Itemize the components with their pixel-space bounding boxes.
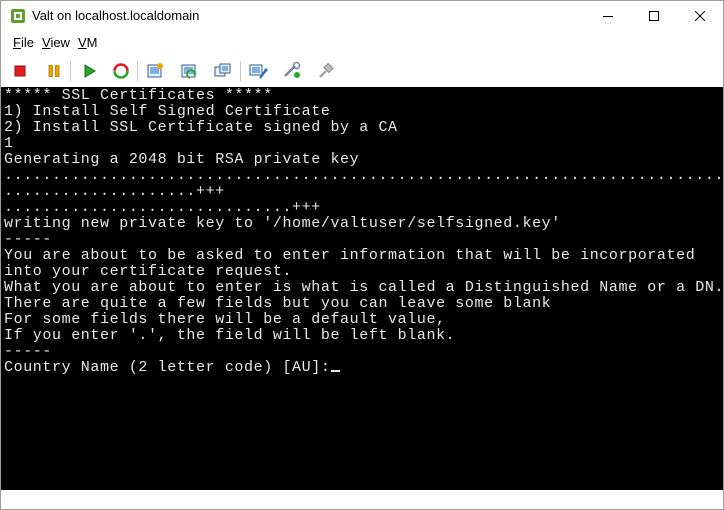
text-cursor (331, 370, 341, 372)
minimize-button[interactable] (585, 1, 631, 31)
console-output: ***** SSL Certificates ***** 1) Install … (4, 88, 723, 376)
console-line: ..............................+++ (4, 199, 321, 216)
console-line: into your certificate request. (4, 263, 293, 280)
console-line: ----- (4, 231, 53, 248)
power-off-button[interactable] (8, 59, 32, 83)
pause-icon (48, 65, 60, 77)
toolbar-separator (70, 61, 71, 81)
toolbar (1, 55, 723, 87)
title-bar[interactable]: Valt on localhost.localdomain (1, 1, 723, 31)
console-line: What you are about to enter is what is c… (4, 279, 723, 296)
console-line: writing new private key to '/home/valtus… (4, 215, 561, 232)
console-line: For some fields there will be a default … (4, 311, 446, 328)
play-icon (84, 64, 96, 78)
console-line: 1 (4, 135, 14, 152)
menu-bar: File View VM (1, 32, 723, 53)
snapshot-manager-button[interactable] (211, 59, 235, 83)
window-title: Valt on localhost.localdomain (32, 8, 200, 23)
console-line: Generating a 2048 bit RSA private key (4, 151, 360, 168)
menu-vm[interactable]: VM (78, 35, 98, 50)
close-icon (695, 11, 705, 21)
snapshot-manager-icon (214, 63, 231, 77)
vm-settings-icon (249, 64, 268, 79)
maximize-icon (649, 11, 659, 21)
console-line: 1) Install Self Signed Certificate (4, 103, 331, 120)
console-line: You are about to be asked to enter infor… (4, 247, 696, 264)
install-tools-icon (284, 61, 301, 78)
status-bar (1, 490, 723, 509)
console-prompt: Country Name (2 letter code) [AU]: (4, 359, 331, 376)
vm-settings-button[interactable] (246, 59, 270, 83)
reset-button[interactable] (109, 59, 133, 83)
vm-console-window: Valt on localhost.localdomain File View … (0, 0, 724, 510)
minimize-icon (603, 16, 613, 17)
snapshot-take-icon (147, 63, 163, 78)
toolbar-separator (240, 61, 241, 81)
menu-file[interactable]: File (13, 35, 34, 50)
console-line: There are quite a few fields but you can… (4, 295, 552, 312)
console-line: ....................+++ (4, 183, 225, 200)
power-on-button[interactable] (77, 59, 101, 83)
console-line: ........................................… (4, 167, 723, 184)
disconnect-button[interactable] (314, 59, 338, 83)
console-line: If you enter '.', the field will be left… (4, 327, 456, 344)
reset-icon (113, 63, 129, 79)
vmware-player-icon (10, 8, 26, 24)
toolbar-separator (137, 61, 138, 81)
install-tools-button[interactable] (280, 59, 304, 83)
vm-console[interactable]: ***** SSL Certificates ***** 1) Install … (1, 87, 723, 490)
close-button[interactable] (677, 1, 723, 31)
disconnect-icon (319, 62, 334, 78)
suspend-button[interactable] (42, 59, 66, 83)
take-snapshot-button[interactable] (143, 59, 167, 83)
console-line: ***** SSL Certificates ***** (4, 87, 273, 104)
snapshot-revert-icon (181, 64, 197, 79)
maximize-button[interactable] (631, 1, 677, 31)
stop-icon (14, 65, 26, 77)
revert-snapshot-button[interactable] (177, 59, 201, 83)
console-line: ----- (4, 343, 53, 360)
console-line: 2) Install SSL Certificate signed by a C… (4, 119, 398, 136)
console-prompt-line: Country Name (2 letter code) [AU]: (4, 360, 723, 376)
menu-view[interactable]: View (42, 35, 70, 50)
